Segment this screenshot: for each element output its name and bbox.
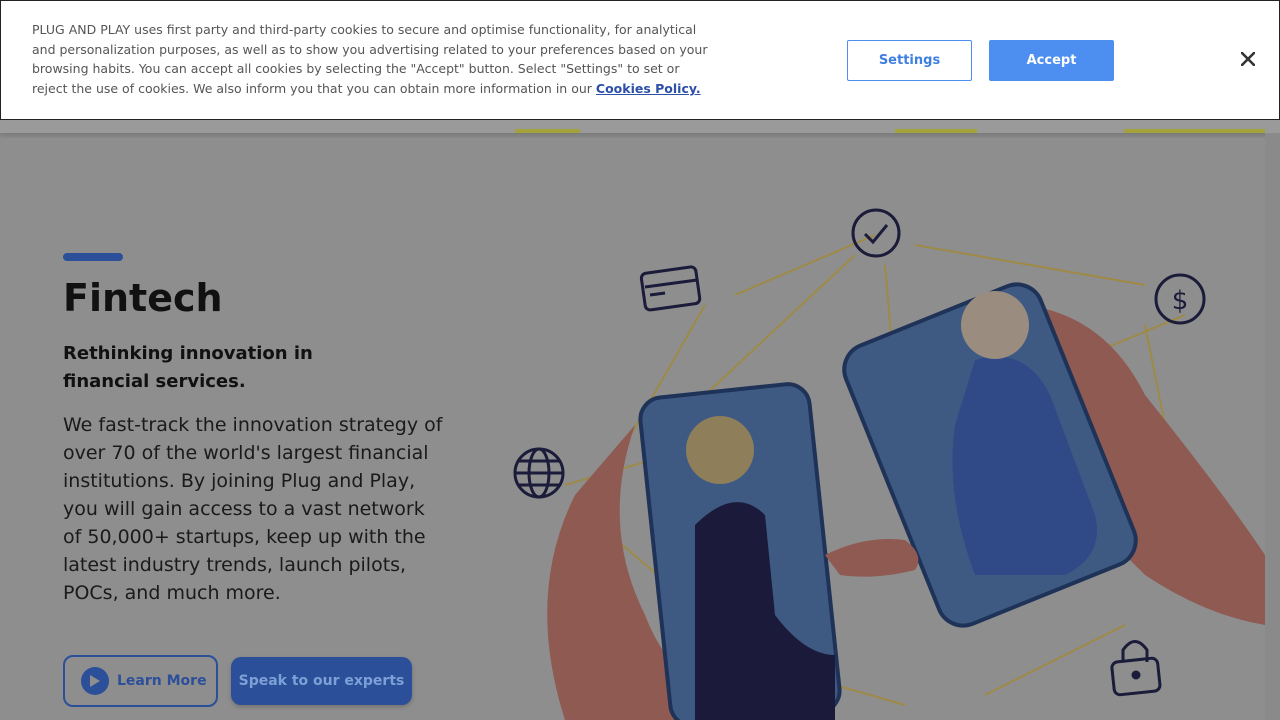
learn-more-button[interactable]: Learn More <box>63 655 218 707</box>
page-title: Fintech <box>63 276 223 320</box>
learn-more-label: Learn More <box>117 673 207 689</box>
nav-item-underline <box>515 129 580 133</box>
hero-description: We fast-track the innovation strategy of… <box>63 414 443 604</box>
close-banner-button[interactable] <box>1235 47 1261 73</box>
nav-item-underline <box>1124 129 1265 133</box>
speak-to-experts-button[interactable]: Speak to our experts <box>231 657 412 705</box>
play-icon <box>81 667 109 695</box>
dollar-icon: $ <box>1154 273 1206 325</box>
hero-subtitle: Rethinking innovation in financial servi… <box>63 343 313 392</box>
page-scrollbar[interactable] <box>1265 133 1280 720</box>
nav-item-underline <box>895 129 977 133</box>
fintech-illustration: $ <box>513 208 1265 720</box>
cookie-consent-text: PLUG AND PLAY uses first party and third… <box>32 20 712 99</box>
cookies-policy-link[interactable]: Cookies Policy. <box>596 81 701 96</box>
cookie-consent-banner: PLUG AND PLAY uses first party and third… <box>0 0 1280 120</box>
title-accent-bar <box>63 253 123 261</box>
credit-card-icon <box>639 265 702 312</box>
svg-text:$: $ <box>1172 286 1189 316</box>
close-icon <box>1240 51 1256 69</box>
lock-icon <box>1110 640 1162 697</box>
check-icon <box>851 208 901 258</box>
cookie-accept-button[interactable]: Accept <box>989 40 1114 81</box>
globe-icon <box>513 447 565 499</box>
cookie-settings-button[interactable]: Settings <box>847 40 972 81</box>
